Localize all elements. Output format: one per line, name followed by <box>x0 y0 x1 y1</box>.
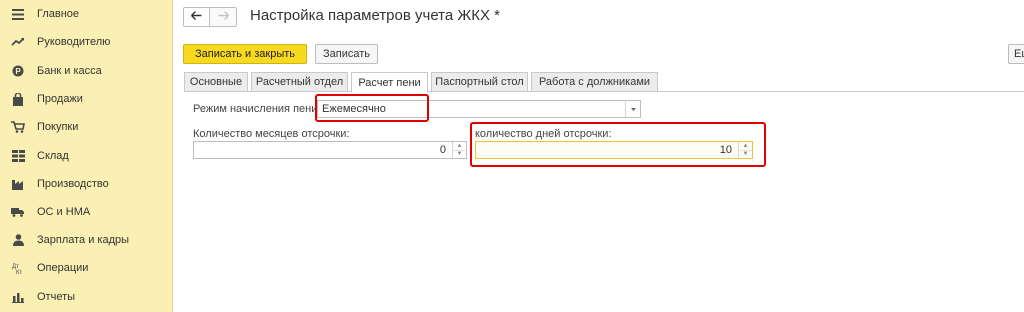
tab-passport-office[interactable]: Паспортный стол <box>431 72 528 92</box>
bank-icon: Р <box>11 64 25 78</box>
factory-icon <box>11 177 25 191</box>
sidebar-item-purchases[interactable]: Покупки <box>0 113 173 141</box>
sidebar-item-label: Отчеты <box>37 291 76 303</box>
main-panel: Настройка параметров учета ЖКХ * Записат… <box>174 0 1024 312</box>
penalty-mode-label: Режим начисления пени: <box>193 103 321 115</box>
sidebar-item-production[interactable]: Производство <box>0 170 173 198</box>
arrow-left-icon <box>191 11 202 23</box>
highlight-box <box>315 94 429 122</box>
svg-text:Кт: Кт <box>16 270 22 274</box>
arrow-right-icon <box>218 11 229 23</box>
sidebar-item-label: Продажи <box>37 93 83 105</box>
tab-settlement-department[interactable]: Расчетный отдел <box>251 72 348 92</box>
deferral-months-label: Количество месяцев отсрочки: <box>193 128 350 140</box>
bag-icon <box>11 92 25 106</box>
sidebar-item-label: Склад <box>37 150 69 162</box>
page-title: Настройка параметров учета ЖКХ * <box>250 7 500 24</box>
operations-icon: Дт Кт <box>11 261 25 275</box>
sidebar-item-label: ОС и НМА <box>37 206 91 218</box>
sidebar-item-label: Производство <box>37 178 109 190</box>
deferral-months-spinner[interactable]: ▲ ▼ <box>452 142 466 158</box>
sidebar: Главное Руководителю Р Банк и касса Прод… <box>0 0 173 312</box>
person-icon <box>11 233 25 247</box>
tab-penalty-calculation[interactable]: Расчет пени <box>351 72 428 93</box>
sidebar-item-label: Банк и касса <box>37 65 102 77</box>
sidebar-item-label: Главное <box>37 8 80 20</box>
save-and-close-button[interactable]: Записать и закрыть <box>183 44 307 64</box>
sidebar-item-main[interactable]: Главное <box>0 0 173 28</box>
sidebar-item-manager[interactable]: Руководителю <box>0 28 173 56</box>
sidebar-item-warehouse[interactable]: Склад <box>0 142 173 170</box>
sidebar-item-fixed-assets[interactable]: ОС и НМА <box>0 198 173 226</box>
tab-debtors[interactable]: Работа с должниками <box>531 72 658 92</box>
chevron-down-icon[interactable] <box>625 101 640 117</box>
svg-text:Р: Р <box>15 67 21 76</box>
sidebar-item-label: Руководителю <box>37 36 111 48</box>
sidebar-item-label: Зарплата и кадры <box>37 234 130 246</box>
reports-icon <box>11 290 25 304</box>
navigation-buttons <box>183 7 238 27</box>
tab-main[interactable]: Основные <box>184 72 248 92</box>
sidebar-item-payroll[interactable]: Зарплата и кадры <box>0 226 173 254</box>
back-button[interactable] <box>183 7 210 27</box>
sidebar-item-label: Операции <box>37 262 89 274</box>
trend-icon <box>11 35 25 49</box>
more-button[interactable]: Ещё <box>1008 44 1024 64</box>
deferral-months-input[interactable]: 0 ▲ ▼ <box>193 141 467 159</box>
sidebar-item-sales[interactable]: Продажи <box>0 85 173 113</box>
deferral-months-value: 0 <box>439 144 446 156</box>
cart-icon <box>11 120 25 134</box>
spin-up-icon[interactable]: ▲ <box>453 142 466 150</box>
warehouse-icon <box>11 149 25 163</box>
sidebar-item-reports[interactable]: Отчеты <box>0 283 173 311</box>
menu-icon <box>11 7 25 21</box>
save-button[interactable]: Записать <box>315 44 378 64</box>
sidebar-item-bank[interactable]: Р Банк и касса <box>0 57 173 85</box>
sidebar-item-label: Покупки <box>37 121 79 133</box>
truck-icon <box>11 205 25 219</box>
sidebar-item-operations[interactable]: Дт Кт Операции <box>0 254 173 282</box>
highlight-box <box>470 122 766 167</box>
spin-down-icon[interactable]: ▼ <box>453 149 466 159</box>
forward-button[interactable] <box>210 7 237 27</box>
